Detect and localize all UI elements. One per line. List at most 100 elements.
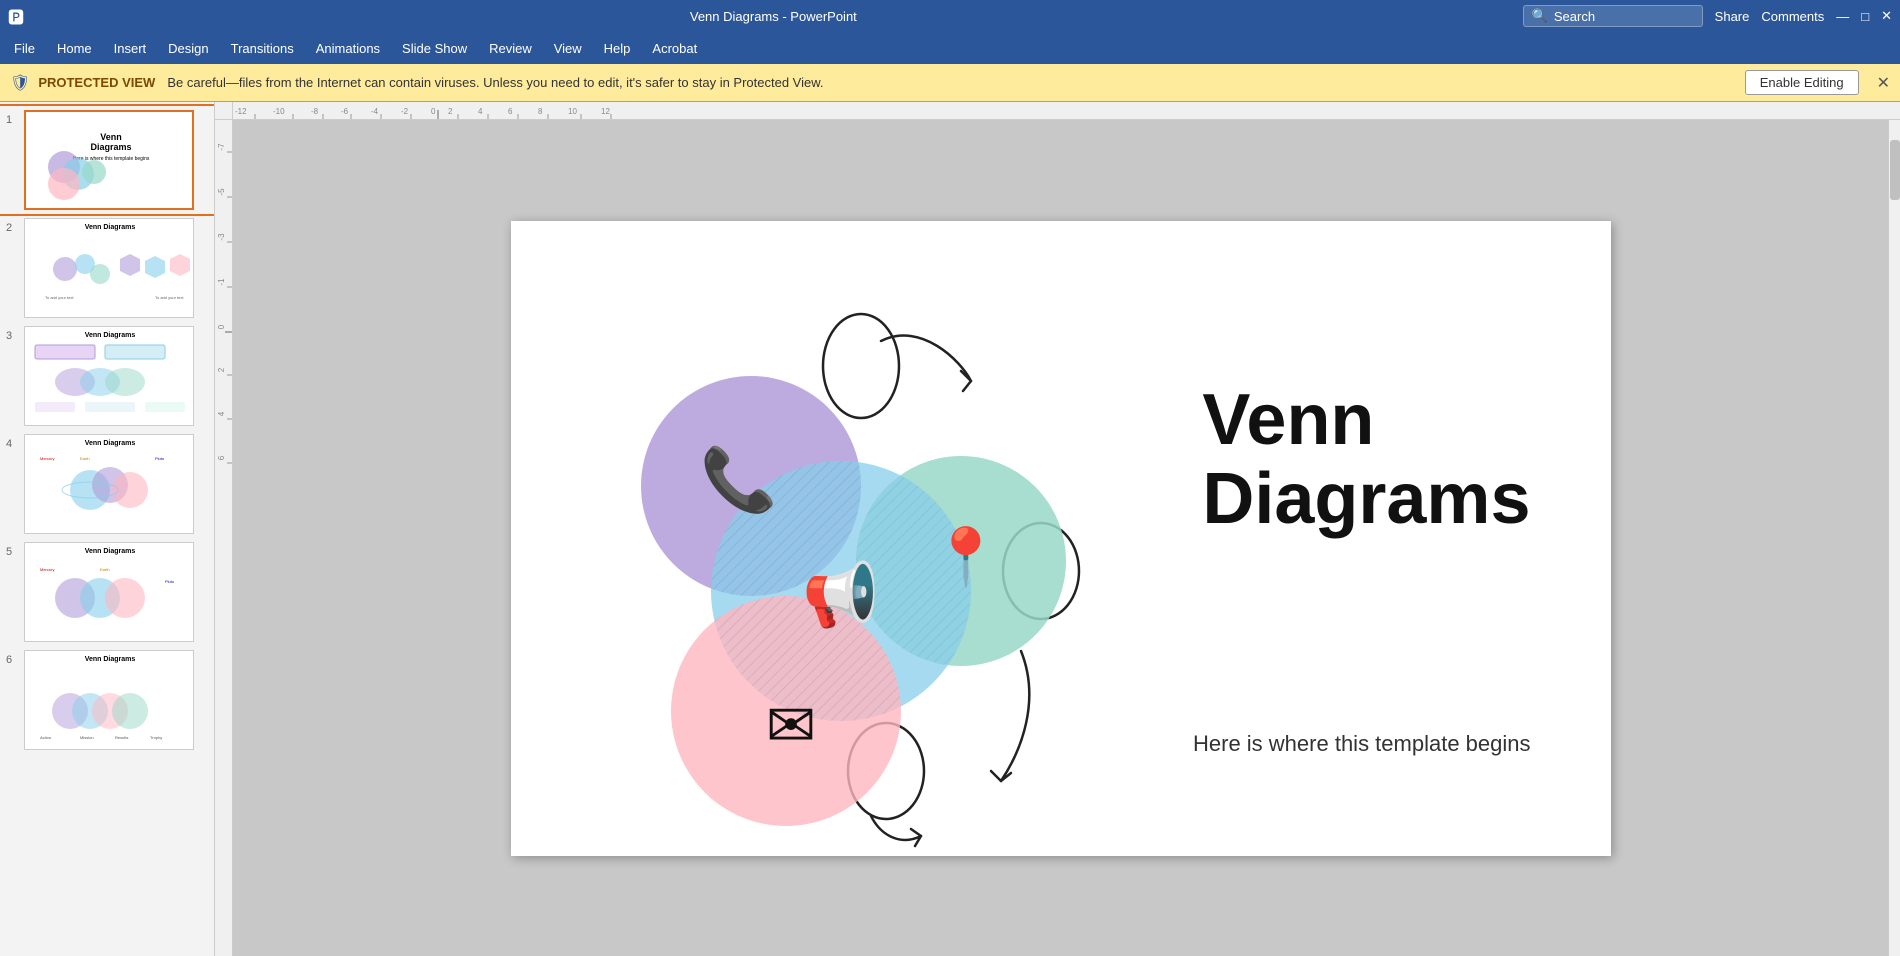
slide-item-1[interactable]: 1 Venn Diagrams Here is where this templ… — [0, 106, 214, 214]
svg-text:Earth: Earth — [80, 456, 90, 461]
menu-design[interactable]: Design — [158, 37, 218, 60]
svg-text:2: 2 — [448, 107, 453, 116]
slide-number-5: 5 — [6, 546, 18, 558]
svg-text:Venn Diagrams: Venn Diagrams — [85, 440, 136, 447]
slide-thumb-5: Venn Diagrams Mercury Earth Pluto — [24, 542, 194, 642]
canvas-area: -12 -10 -8 -6 -4 -2 0 2 4 6 8 10 12 — [215, 102, 1900, 956]
close-protected-bar-button[interactable]: ✕ — [1877, 73, 1890, 93]
svg-text:Venn Diagrams: Venn Diagrams — [85, 548, 136, 555]
ruler-horizontal: -12 -10 -8 -6 -4 -2 0 2 4 6 8 10 12 — [233, 102, 1900, 120]
menu-transitions[interactable]: Transitions — [221, 37, 304, 60]
main-slide: 📞 📢 📍 ✉ Venn Diagrams Here — [511, 221, 1611, 856]
slide-container[interactable]: 📞 📢 📍 ✉ Venn Diagrams Here — [233, 120, 1888, 956]
restore-button[interactable]: □ — [1861, 9, 1869, 24]
svg-text:Venn Diagrams: Venn Diagrams — [85, 332, 136, 339]
slide-number-4: 4 — [6, 438, 18, 450]
svg-text:8: 8 — [538, 107, 543, 116]
svg-text:📞: 📞 — [700, 440, 778, 515]
svg-text:-12: -12 — [235, 107, 247, 116]
svg-text:12: 12 — [601, 107, 610, 116]
search-label: Search — [1554, 9, 1595, 24]
vertical-scrollbar[interactable] — [1888, 120, 1900, 956]
svg-text:0: 0 — [217, 324, 226, 329]
slide-item-2[interactable]: 2 Venn Diagrams To add your text To add … — [0, 214, 214, 322]
menu-view[interactable]: View — [544, 37, 592, 60]
svg-text:📢: 📢 — [802, 559, 879, 632]
menu-home[interactable]: Home — [47, 37, 102, 60]
svg-text:-8: -8 — [311, 107, 319, 116]
svg-text:Diagrams: Diagrams — [90, 142, 131, 152]
svg-text:-2: -2 — [401, 107, 409, 116]
close-button[interactable]: ✕ — [1881, 8, 1892, 24]
protected-label: PROTECTED VIEW — [38, 75, 155, 90]
protected-message: Be careful—files from the Internet can c… — [167, 75, 823, 90]
title-bar-left: 🅿 — [8, 4, 24, 28]
share-button[interactable]: Share — [1715, 9, 1750, 24]
slide-item-4[interactable]: 4 Venn Diagrams Mercury Earth Pluto — [0, 430, 214, 538]
svg-text:4: 4 — [217, 411, 226, 416]
svg-text:6: 6 — [508, 107, 513, 116]
svg-text:Pluto: Pluto — [155, 456, 165, 461]
venn-diagram-svg: 📞 📢 📍 ✉ — [561, 281, 1141, 851]
svg-text:To add your text: To add your text — [45, 295, 74, 300]
svg-text:0: 0 — [431, 107, 436, 116]
svg-text:To add your text: To add your text — [155, 295, 184, 300]
menu-animations[interactable]: Animations — [306, 37, 390, 60]
slide-panel[interactable]: 1 Venn Diagrams Here is where this templ… — [0, 102, 215, 956]
svg-text:-10: -10 — [273, 107, 285, 116]
svg-text:Mission: Mission — [80, 735, 94, 740]
slide-thumb-2: Venn Diagrams To add your text To add yo… — [24, 218, 194, 318]
slide-thumb-6: Venn Diagrams Action Mission Results Tro… — [24, 650, 194, 750]
svg-text:Venn: Venn — [100, 132, 122, 142]
menu-acrobat[interactable]: Acrobat — [642, 37, 707, 60]
slide-workspace: -7 -5 -3 -1 0 2 4 6 — [215, 120, 1900, 956]
slide-item-6[interactable]: 6 Venn Diagrams Action Mission Results T… — [0, 646, 214, 754]
title-bar-right: 🔍 Search Share Comments — □ ✕ — [1523, 5, 1892, 27]
svg-text:-5: -5 — [217, 188, 226, 196]
svg-text:✉: ✉ — [765, 692, 815, 759]
minimize-button[interactable]: — — [1836, 9, 1849, 24]
protected-view-bar: 🛡 PROTECTED VIEW Be careful—files from t… — [0, 64, 1900, 102]
svg-text:Trophy: Trophy — [150, 735, 162, 740]
svg-text:4: 4 — [478, 107, 483, 116]
svg-text:Action: Action — [40, 735, 51, 740]
slide-main-title: Venn Diagrams — [1202, 381, 1530, 539]
menu-insert[interactable]: Insert — [104, 37, 157, 60]
comments-button[interactable]: Comments — [1761, 9, 1824, 24]
menu-review[interactable]: Review — [479, 37, 542, 60]
svg-text:2: 2 — [217, 367, 226, 372]
svg-text:Pluto: Pluto — [165, 579, 175, 584]
slide-number-2: 2 — [6, 222, 18, 234]
app-logo: 🅿 — [8, 4, 24, 28]
menu-help[interactable]: Help — [594, 37, 641, 60]
menu-slideshow[interactable]: Slide Show — [392, 37, 477, 60]
file-name: Venn Diagrams - PowerPoint — [24, 9, 1523, 24]
svg-text:-7: -7 — [217, 143, 226, 151]
ruler-vertical: -7 -5 -3 -1 0 2 4 6 — [215, 120, 233, 956]
ruler-row: -12 -10 -8 -6 -4 -2 0 2 4 6 8 10 12 — [215, 102, 1900, 120]
svg-text:Results: Results — [115, 735, 128, 740]
svg-text:10: 10 — [568, 107, 577, 116]
main-layout: 1 Venn Diagrams Here is where this templ… — [0, 102, 1900, 956]
svg-text:-4: -4 — [371, 107, 379, 116]
menu-file[interactable]: File — [4, 37, 45, 60]
svg-text:Mercury: Mercury — [40, 456, 54, 461]
search-icon: 🔍 — [1532, 8, 1548, 24]
ruler-corner — [215, 102, 233, 120]
slide-thumb-1: Venn Diagrams Here is where this templat… — [24, 110, 194, 210]
search-bar[interactable]: 🔍 Search — [1523, 5, 1703, 27]
shield-icon: 🛡 — [10, 73, 30, 93]
svg-text:-6: -6 — [341, 107, 349, 116]
slide-thumb-4: Venn Diagrams Mercury Earth Pluto — [24, 434, 194, 534]
slide-item-5[interactable]: 5 Venn Diagrams Mercury Earth Pluto — [0, 538, 214, 646]
svg-text:Venn Diagrams: Venn Diagrams — [85, 224, 136, 231]
scrollbar-thumb[interactable] — [1890, 140, 1900, 200]
slide-subtitle: Here is where this template begins — [1193, 731, 1531, 757]
enable-editing-button[interactable]: Enable Editing — [1745, 70, 1859, 95]
slide-number-3: 3 — [6, 330, 18, 342]
slide-thumb-3: Venn Diagrams — [24, 326, 194, 426]
menu-bar: File Home Insert Design Transitions Anim… — [0, 32, 1900, 64]
slide-number-1: 1 — [6, 114, 18, 126]
slide-item-3[interactable]: 3 Venn Diagrams — [0, 322, 214, 430]
svg-text:6: 6 — [217, 455, 226, 460]
